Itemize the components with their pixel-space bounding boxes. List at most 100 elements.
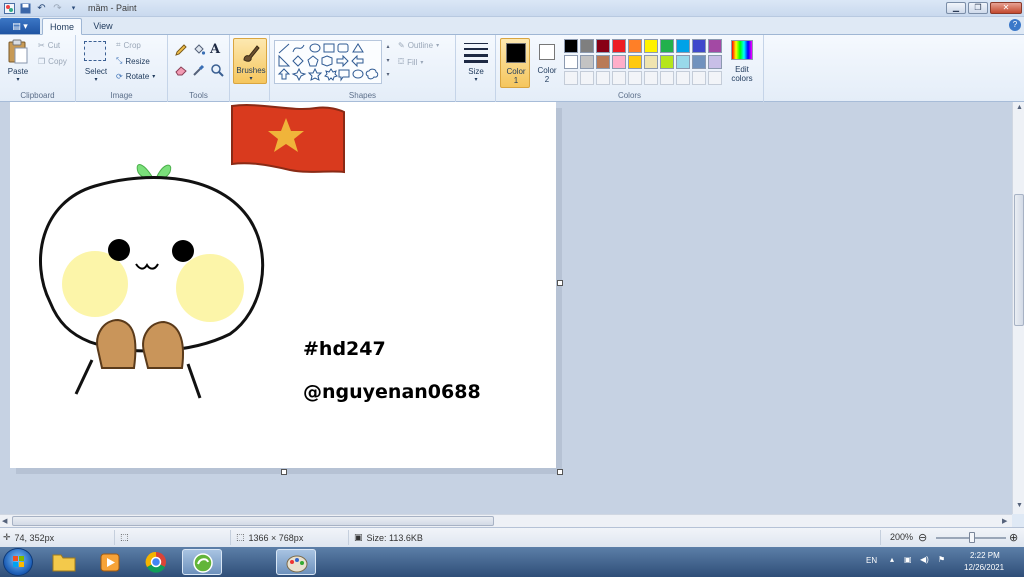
color-swatch[interactable] (628, 55, 642, 69)
size-dropdown-icon[interactable]: ▾ (456, 76, 496, 83)
select-button[interactable]: Select (78, 67, 114, 76)
zoom-slider-thumb[interactable] (969, 532, 975, 543)
color-swatch[interactable] (580, 39, 594, 53)
outline-button[interactable]: ✎ Outline ▾ (398, 41, 439, 50)
color-swatch[interactable] (596, 39, 610, 53)
paste-icon[interactable] (6, 39, 30, 65)
color-swatch[interactable] (676, 55, 690, 69)
brushes-button[interactable]: Brushes ▾ (233, 38, 267, 84)
help-icon[interactable]: ? (1009, 19, 1021, 31)
fill-bucket-icon[interactable] (192, 43, 206, 57)
color-picker-icon[interactable] (192, 63, 206, 77)
clock-date[interactable]: 12/26/2021 (964, 563, 1004, 572)
copy-button[interactable]: ❐ Copy (38, 57, 67, 66)
cut-button[interactable]: ✂ Cut (38, 41, 60, 50)
save-icon[interactable] (19, 2, 32, 15)
scroll-right-icon[interactable]: ▶ (1002, 517, 1007, 525)
custom-color-slot[interactable] (580, 71, 594, 85)
color-swatch[interactable] (612, 39, 626, 53)
tab-view[interactable]: View (84, 18, 122, 35)
eraser-icon[interactable] (174, 63, 188, 77)
minimize-button[interactable]: ▁ (946, 2, 966, 14)
color-swatch[interactable] (628, 39, 642, 53)
zoom-out-icon[interactable]: ⊖ (918, 531, 927, 544)
color-swatch[interactable] (644, 55, 658, 69)
custom-color-slot[interactable] (628, 71, 642, 85)
color-swatch[interactable] (612, 55, 626, 69)
close-button[interactable]: ✕ (990, 2, 1022, 14)
undo-icon[interactable]: ↶ (35, 2, 48, 15)
pencil-icon[interactable] (174, 43, 188, 57)
color-swatch[interactable] (660, 55, 674, 69)
shapes-scroll[interactable]: ▴ ▾ ▾ (384, 40, 392, 84)
drawing-canvas[interactable]: #hd247 @nguyenan0688 (10, 102, 556, 468)
canvas-resize-handle-corner[interactable] (557, 469, 563, 475)
notification-icon[interactable]: ⚑ (938, 555, 945, 564)
volume-icon[interactable]: ◀) (920, 555, 929, 564)
horizontal-scroll-thumb[interactable] (12, 516, 494, 526)
rotate-button[interactable]: ⟳ Rotate ▾ (116, 72, 155, 81)
edit-colors-button[interactable]: Edit (726, 65, 758, 74)
select-dropdown-icon[interactable]: ▾ (78, 76, 114, 83)
color-swatch[interactable] (660, 39, 674, 53)
select-icon[interactable] (84, 41, 106, 61)
scroll-up-icon[interactable]: ▲ (1016, 104, 1023, 111)
custom-color-slot[interactable] (644, 71, 658, 85)
fill-button[interactable]: ⛋ Fill ▾ (398, 57, 423, 67)
taskbar-chrome[interactable] (136, 549, 176, 575)
clock-time[interactable]: 2:22 PM (970, 551, 1000, 560)
color-swatch[interactable] (644, 39, 658, 53)
edit-colors-icon[interactable] (731, 40, 753, 60)
color-swatch[interactable] (564, 39, 578, 53)
language-indicator[interactable]: EN (866, 556, 877, 565)
canvas-resize-handle-bottom[interactable] (281, 469, 287, 475)
color-swatch[interactable] (580, 55, 594, 69)
color-swatch[interactable] (692, 39, 706, 53)
resize-button[interactable]: ⤡ Resize (116, 56, 150, 66)
size-icon[interactable] (463, 41, 489, 63)
scroll-left-icon[interactable]: ◀ (2, 517, 7, 525)
color2-button[interactable]: Color 2 (533, 38, 561, 88)
taskbar-app-green[interactable] (182, 549, 222, 575)
paste-dropdown-icon[interactable]: ▾ (2, 76, 34, 83)
redo-icon[interactable]: ↷ (51, 2, 64, 15)
custom-color-slot[interactable] (564, 71, 578, 85)
quick-access-dropdown-icon[interactable]: ▾ (67, 2, 80, 15)
start-button[interactable] (3, 548, 33, 576)
tab-home[interactable]: Home (42, 18, 82, 35)
color1-button[interactable]: Color 1 (500, 38, 530, 88)
paint-app-icon[interactable] (3, 2, 16, 15)
show-hidden-icons-icon[interactable]: ▴ (890, 555, 894, 564)
vertical-scroll-thumb[interactable] (1014, 194, 1024, 326)
zoom-in-icon[interactable]: ⊕ (1009, 531, 1018, 544)
taskbar-paint[interactable] (276, 549, 316, 575)
text-tool-icon[interactable]: A (210, 42, 224, 57)
color-swatch[interactable] (676, 39, 690, 53)
vertical-scrollbar[interactable]: ▲ ▼ (1012, 102, 1024, 514)
custom-color-slot[interactable] (676, 71, 690, 85)
custom-color-slot[interactable] (596, 71, 610, 85)
color2-swatch (539, 44, 555, 60)
paste-button[interactable]: Paste (2, 67, 34, 76)
custom-color-slot[interactable] (692, 71, 706, 85)
color-swatch[interactable] (564, 55, 578, 69)
custom-color-slot[interactable] (660, 71, 674, 85)
color-swatch[interactable] (708, 55, 722, 69)
color-swatch[interactable] (708, 39, 722, 53)
color-swatch[interactable] (596, 55, 610, 69)
taskbar-explorer[interactable] (44, 549, 84, 575)
custom-color-slot[interactable] (612, 71, 626, 85)
custom-color-slot[interactable] (708, 71, 722, 85)
taskbar-media-player[interactable] (90, 549, 130, 575)
size-button[interactable]: Size (456, 67, 496, 76)
color-swatch[interactable] (692, 55, 706, 69)
file-menu-button[interactable]: ▤ ▾ (0, 18, 40, 34)
canvas-resize-handle-right[interactable] (557, 280, 563, 286)
horizontal-scrollbar[interactable]: ◀ ▶ (0, 514, 1012, 527)
shapes-gallery[interactable] (274, 40, 382, 84)
maximize-button[interactable]: ❐ (968, 2, 988, 14)
crop-button[interactable]: ⌗ Crop (116, 40, 141, 50)
scroll-down-icon[interactable]: ▼ (1016, 502, 1023, 509)
network-icon[interactable]: ▣ (904, 555, 912, 564)
magnifier-icon[interactable] (210, 63, 224, 77)
